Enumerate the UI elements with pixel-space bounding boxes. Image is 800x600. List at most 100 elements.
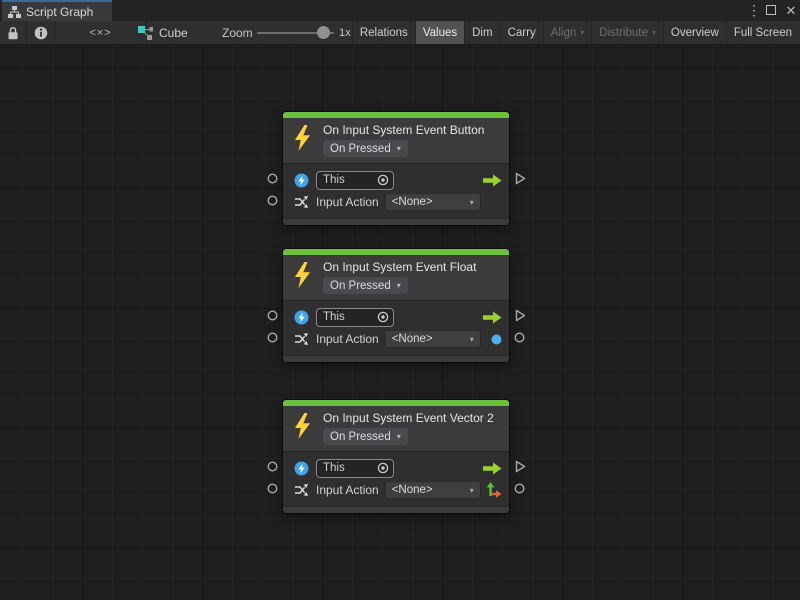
chevron-down-icon: ▾ [397,281,401,290]
input-action-value: <None> [392,333,433,345]
input-action-value: <None> [392,196,433,208]
graph-target-label: Cube [159,26,188,40]
object-picker-icon[interactable] [377,462,389,474]
float-value-icon [491,334,502,345]
flow-arrow-icon [483,174,502,187]
carry-label: Carry [508,27,536,39]
node-header: On Input System Event Float On Pressed ▾ [283,255,509,300]
input-action-dropdown[interactable]: <None> ▾ [385,193,481,211]
full-screen-button[interactable]: Full Screen [726,21,799,44]
code-icon: <×> [89,27,111,39]
align-button[interactable]: Align ▾ [543,21,592,44]
info-icon [34,26,48,40]
node-on-input-system-event-vector2[interactable]: On Input System Event Vector 2 On Presse… [283,400,509,513]
zoom-slider-knob[interactable] [317,26,330,39]
input-action-dropdown[interactable]: <None> ▾ [385,330,481,348]
input-action-icon [294,483,310,497]
relations-label: Relations [360,27,408,39]
node-footer [283,355,509,362]
node-body: This [283,300,509,355]
relations-button[interactable]: Relations [352,21,415,44]
input-action-label: Input Action [316,332,379,346]
node-body: This [283,163,509,218]
maximize-icon [766,5,776,15]
window-controls: ⋮ ✕ [747,0,797,21]
distribute-button[interactable]: Distribute ▾ [591,21,663,44]
node-on-input-system-event-button[interactable]: On Input System Event Button On Pressed … [283,112,509,225]
overview-label: Overview [671,27,719,39]
chevron-down-icon: ▾ [397,432,401,441]
node-title: On Input System Event Vector 2 [323,411,494,425]
input-port-this[interactable] [267,310,278,321]
input-action-value: <None> [392,484,433,496]
input-action-icon [294,195,310,209]
node-footer [283,218,509,225]
node-on-input-system-event-float[interactable]: On Input System Event Float On Pressed ▾… [283,249,509,362]
lock-icon [7,26,19,40]
code-view-button[interactable]: <×> [55,21,147,44]
this-object-field[interactable]: This [316,171,394,190]
align-label: Align [551,27,577,39]
object-picker-icon[interactable] [377,311,389,323]
trigger-value: On Pressed [330,143,391,155]
input-port-action[interactable] [267,332,278,343]
input-port-this[interactable] [267,461,278,472]
graph-reference-breadcrumb[interactable]: Cube [138,21,188,44]
node-body: This [283,451,509,506]
dim-label: Dim [472,27,492,39]
target-row: This [290,306,502,328]
flow-arrow-icon [483,462,502,475]
flow-output-port[interactable] [515,172,526,185]
object-picker-icon[interactable] [377,174,389,186]
title-bar: Script Graph ⋮ ✕ [0,0,800,21]
gameobject-event-icon [294,461,310,476]
trigger-value: On Pressed [330,280,391,292]
chevron-down-icon: ▾ [652,28,656,37]
target-row: This [290,457,502,479]
graph-toolbar: <×> Cube Zoom 1x Relations Values Dim [0,21,800,45]
values-label: Values [423,27,457,39]
flow-arrow-icon [483,311,502,324]
trigger-dropdown[interactable]: On Pressed ▾ [323,140,408,157]
zoom-value: 1x [339,21,351,44]
target-row: This [290,169,502,191]
close-icon[interactable]: ✕ [785,0,797,21]
input-port-this[interactable] [267,173,278,184]
distribute-label: Distribute [599,27,648,39]
script-graph-asset-icon [138,26,153,40]
script-graph-window: Script Graph ⋮ ✕ <×> [0,0,800,600]
trigger-value: On Pressed [330,431,391,443]
input-port-action[interactable] [267,483,278,494]
inspect-button[interactable] [27,21,55,44]
values-button[interactable]: Values [415,21,464,44]
chevron-down-icon: ▾ [580,28,584,37]
this-object-field[interactable]: This [316,308,394,327]
overview-button[interactable]: Overview [663,21,726,44]
lock-button[interactable] [0,21,27,44]
input-action-dropdown[interactable]: <None> ▾ [385,481,481,499]
this-value: This [323,462,345,474]
window-menu-icon[interactable]: ⋮ [747,0,757,21]
chevron-down-icon: ▾ [470,335,474,344]
input-action-label: Input Action [316,195,379,209]
maximize-button[interactable] [766,0,776,21]
node-title: On Input System Event Float [323,260,476,274]
vector2-value-icon [486,482,502,498]
this-object-field[interactable]: This [316,459,394,478]
input-action-row: Input Action <None> ▾ [290,328,502,350]
trigger-dropdown[interactable]: On Pressed ▾ [323,428,408,445]
node-header: On Input System Event Vector 2 On Presse… [283,406,509,451]
node-header: On Input System Event Button On Pressed … [283,118,509,163]
full-screen-label: Full Screen [734,27,792,39]
flow-output-port[interactable] [515,460,526,473]
trigger-dropdown[interactable]: On Pressed ▾ [323,277,408,294]
input-port-action[interactable] [267,195,278,206]
carry-button[interactable]: Carry [500,21,543,44]
tab-script-graph[interactable]: Script Graph [2,0,112,21]
value-output-port[interactable] [514,332,525,343]
graph-canvas[interactable]: On Input System Event Button On Pressed … [0,46,800,600]
dim-button[interactable]: Dim [464,21,499,44]
flow-output-port[interactable] [515,309,526,322]
input-action-icon [294,332,310,346]
value-output-port[interactable] [514,483,525,494]
